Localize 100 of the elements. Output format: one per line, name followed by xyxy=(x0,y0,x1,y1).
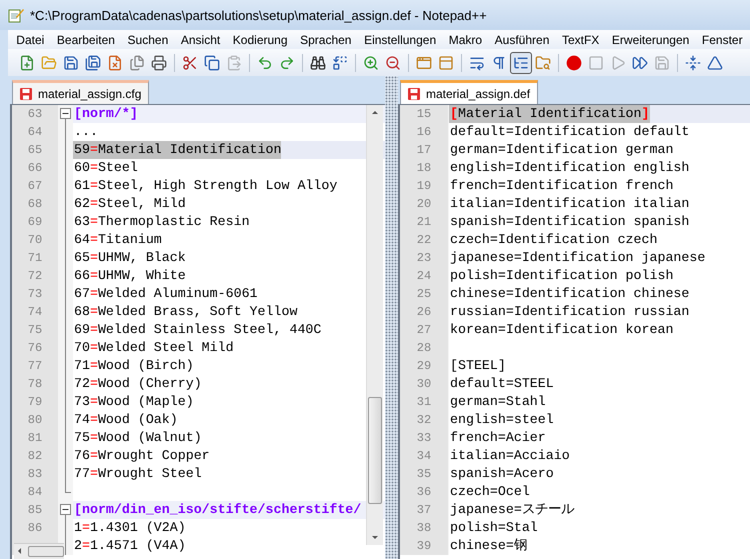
code-line: italian=Acciaio xyxy=(449,447,570,465)
line-number: 29 xyxy=(400,357,448,375)
line-number: 65 xyxy=(12,141,58,159)
line-number: 24 xyxy=(400,267,448,285)
line-number: 74 xyxy=(12,303,58,321)
line-number: 81 xyxy=(12,429,58,447)
line-number: 77 xyxy=(12,357,58,375)
line-number: 63 xyxy=(12,105,58,123)
line-number: 21 xyxy=(400,213,448,231)
code-line: czech=Ocel xyxy=(449,483,530,501)
fold-minus-icon[interactable] xyxy=(60,504,71,515)
fast-forward-icon xyxy=(632,54,648,70)
code-line: 72=Wood (Cherry) xyxy=(73,375,202,393)
undo-icon xyxy=(257,54,273,70)
notepad-icon xyxy=(8,7,24,23)
code-line: 73=Wood (Maple) xyxy=(73,393,194,411)
fold-minus-icon[interactable] xyxy=(60,108,71,119)
code-line: french=Identification french xyxy=(449,177,674,195)
menu-item[interactable]: Datei xyxy=(10,32,51,46)
line-number: 27 xyxy=(400,321,448,339)
code-line: 77=Wrought Steel xyxy=(73,465,202,483)
code-line: 75=Wood (Walnut) xyxy=(73,429,202,447)
editor-area[interactable] xyxy=(10,104,385,559)
section-header: [norm/din_en_iso/stifte/scherstifte/ xyxy=(73,501,362,519)
redo-icon xyxy=(279,54,295,70)
code-line: 65=UHMW, Black xyxy=(73,249,186,267)
line-number: 83 xyxy=(12,465,58,483)
code-line: italian=Identification italian xyxy=(449,195,690,213)
code-line: 71=Wood (Birch) xyxy=(73,357,194,375)
line-number: 30 xyxy=(400,375,448,393)
code-line: german=Stahl xyxy=(449,393,546,411)
line-number: 71 xyxy=(12,249,58,267)
folder-search-icon xyxy=(535,54,551,70)
line-number: 23 xyxy=(400,249,448,267)
code-line: ... xyxy=(73,123,98,141)
line-number: 64 xyxy=(12,123,58,141)
replace-icon xyxy=(332,54,348,70)
close-file-icon xyxy=(107,54,123,70)
menu-item[interactable]: Erweiterungen xyxy=(606,32,696,46)
copy-icon xyxy=(204,54,220,70)
code-line: english=steel xyxy=(449,411,554,429)
code-line: 63=Thermoplastic Resin xyxy=(73,213,250,231)
line-number: 15 xyxy=(400,105,448,123)
folder-icon xyxy=(41,54,57,70)
menu-item[interactable]: Ansicht xyxy=(174,32,226,46)
code-line: 64=Titanium xyxy=(73,231,162,249)
line-number: 18 xyxy=(400,159,448,177)
menu-item[interactable]: TextFX xyxy=(556,32,606,46)
line-number: 68 xyxy=(12,195,58,213)
file-tab[interactable]: material_assign.def xyxy=(400,80,538,104)
line-number: 19 xyxy=(400,177,448,195)
save-all-icon xyxy=(85,54,101,70)
line-number: 17 xyxy=(400,141,448,159)
code-line: default=Identification default xyxy=(449,123,690,141)
code-line: 61=Steel, High Strength Low Alloy xyxy=(73,177,338,195)
save-macro-icon xyxy=(654,54,670,70)
code-line: french=Acier xyxy=(449,429,546,447)
code-line: 66=UHMW, White xyxy=(73,267,186,285)
line-number: 72 xyxy=(12,267,58,285)
scissors-icon xyxy=(182,54,198,70)
menu-item[interactable]: Suchen xyxy=(121,32,175,46)
code-line: 67=Welded Aluminum-6061 xyxy=(73,285,258,303)
line-number: 84 xyxy=(12,483,58,501)
menu-item[interactable]: Einstellungen xyxy=(358,32,442,46)
line-number: 25 xyxy=(400,285,448,303)
menu-item[interactable]: Makro xyxy=(442,32,488,46)
menu-item[interactable]: Bearbeiten xyxy=(50,32,122,46)
save-icon xyxy=(63,54,79,70)
paste-icon xyxy=(226,54,242,70)
menu-item[interactable]: Sprachen xyxy=(294,32,358,46)
binoculars-icon xyxy=(310,54,326,70)
new-file-icon xyxy=(19,54,35,70)
line-number: 34 xyxy=(400,447,448,465)
menu-item[interactable]: Kodierung xyxy=(226,32,294,46)
toolbar-button[interactable] xyxy=(510,52,532,74)
line-number: 16 xyxy=(400,123,448,141)
code-line: [STEEL] xyxy=(449,357,506,375)
code-line: spanish=Acero xyxy=(449,465,554,483)
file-tab[interactable]: material_assign.cfg xyxy=(12,80,150,104)
code-line: german=Identification german xyxy=(449,141,674,159)
files-icon xyxy=(129,54,145,70)
line-number: 26 xyxy=(400,303,448,321)
code-line: japanese=Identification japanese xyxy=(449,249,706,267)
code-line: polish=Stal xyxy=(449,519,538,537)
window-icon xyxy=(416,54,432,70)
menu-item[interactable]: Ausführen xyxy=(488,32,556,46)
code-line: polish=Identification polish xyxy=(449,267,674,285)
code-line: spanish=Identification spanish xyxy=(449,213,690,231)
code-line: 60=Steel xyxy=(73,159,138,177)
code-line: 74=Wood (Oak) xyxy=(73,411,178,429)
menu-item[interactable]: Fenster xyxy=(696,32,749,46)
window-title: *C:\ProgramData\cadenas\partsolutions\setup\material_assign.def - Notepad++ xyxy=(30,8,487,22)
line-number: 37 xyxy=(400,501,448,519)
vertical-scrollbar[interactable] xyxy=(366,105,383,545)
editor-area[interactable] xyxy=(398,104,750,559)
line-number: 75 xyxy=(12,321,58,339)
record-icon xyxy=(566,54,582,70)
horizontal-scrollbar[interactable] xyxy=(14,543,64,559)
scroll-thumb[interactable] xyxy=(368,397,382,504)
line-number: 38 xyxy=(400,519,448,537)
